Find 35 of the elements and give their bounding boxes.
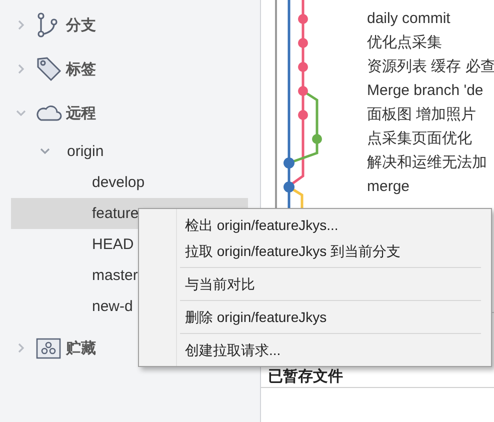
commit-dot	[298, 110, 308, 120]
branch-icon	[36, 12, 58, 38]
section-header: 已暂存文件	[268, 367, 343, 386]
chevron-icon[interactable]	[15, 108, 27, 118]
section-label[interactable]: 贮藏	[66, 338, 96, 358]
commit-dot	[298, 62, 308, 72]
cloud-icon	[36, 104, 62, 122]
menu-item[interactable]: 拉取 origin/featureJkys 到当前分支	[139, 238, 491, 264]
commit-message[interactable]: 优化点采集	[367, 31, 494, 55]
branch-item[interactable]: develop	[11, 167, 248, 198]
tag-icon	[36, 56, 62, 82]
remote-name[interactable]: origin	[67, 142, 104, 160]
commit-message[interactable]: 解决和运维无法加	[367, 151, 494, 175]
stash-icon	[36, 338, 61, 358]
menu-item[interactable]: 删除 origin/featureJkys	[139, 304, 491, 330]
commit-message[interactable]: daily commit	[367, 7, 494, 31]
chevron-icon[interactable]	[16, 19, 26, 31]
chevron-icon[interactable]	[16, 342, 26, 354]
commit-message[interactable]: merge	[367, 175, 494, 199]
commit-message[interactable]: Merge branch 'de	[367, 79, 494, 103]
commit-dot	[298, 86, 308, 96]
section-label[interactable]: 标签	[66, 60, 96, 78]
menu-item[interactable]: 与当前对比	[139, 271, 491, 297]
commit-dot	[298, 14, 308, 24]
chevron-icon[interactable]	[16, 63, 26, 75]
commit-dot	[284, 182, 294, 192]
section-label[interactable]: 分支	[66, 16, 96, 34]
chevron-icon[interactable]	[39, 146, 51, 156]
commit-dot	[298, 38, 308, 48]
commit-message[interactable]: 面板图 增加照片	[367, 103, 494, 127]
commit-message[interactable]: 点采集页面优化	[367, 127, 494, 151]
menu-item[interactable]: 创建拉取请求...	[139, 337, 491, 363]
commit-dot	[284, 158, 294, 168]
section-label[interactable]: 远程	[66, 104, 96, 122]
commit-dot	[312, 134, 322, 144]
